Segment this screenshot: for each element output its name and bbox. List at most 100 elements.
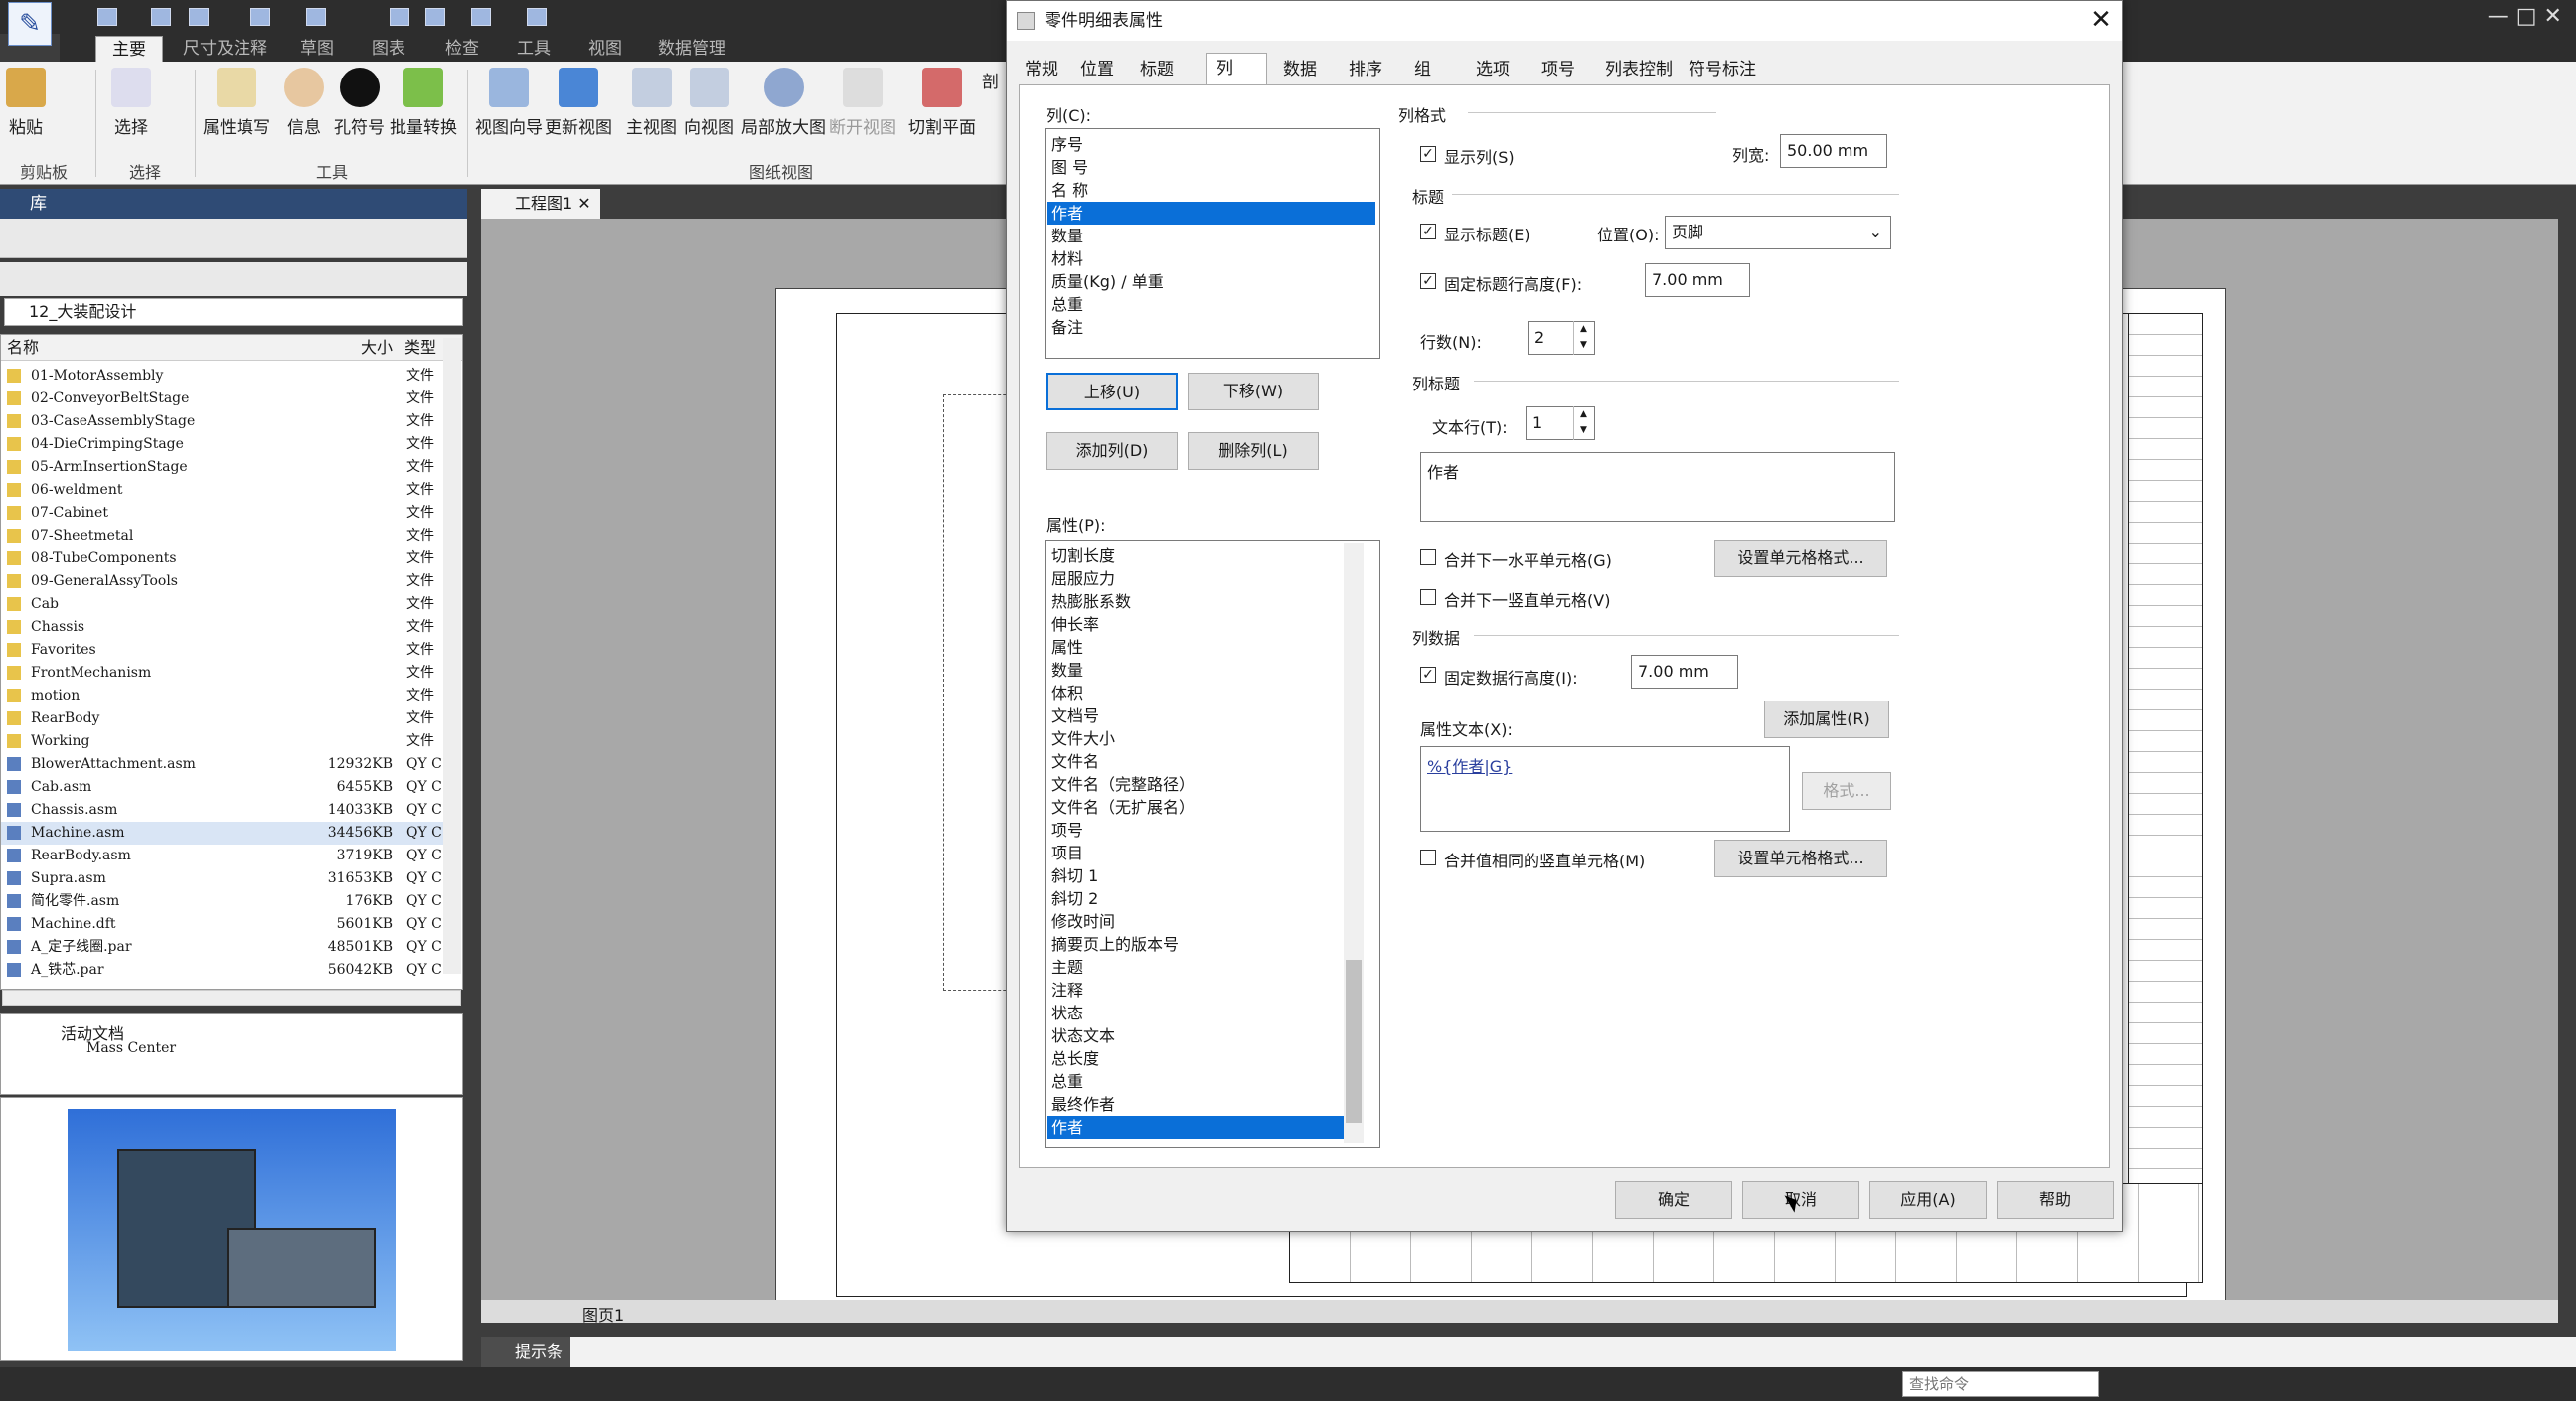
file-list[interactable]: 名称 大小 类型 01-MotorAssembly 文件 02-ConveyorBe… — [0, 334, 463, 990]
file-row[interactable]: 06-weldment 文件 — [1, 479, 444, 502]
file-row[interactable]: 简化零件.asm 176KB QY C — [1, 890, 444, 913]
auxiliary-view-button[interactable]: 向视图 — [684, 68, 734, 138]
property-list-item[interactable]: 热膨胀系数 — [1047, 590, 1356, 613]
data-height-input[interactable]: 7.00 mm — [1631, 655, 1738, 689]
document-tab[interactable]: 工程图1 ✕ — [481, 189, 600, 219]
column-list-item[interactable]: 备注 — [1047, 316, 1375, 339]
column-list-item[interactable]: 质量(Kg) / 单重 — [1047, 270, 1375, 293]
view-wizard-button[interactable]: 视图向导 — [475, 68, 543, 138]
tab-item-number[interactable]: 项号 — [1531, 55, 1585, 84]
file-list-hscrollbar[interactable] — [2, 990, 461, 1006]
property-list-item[interactable]: 总长度 — [1047, 1047, 1356, 1070]
tab-list-control[interactable]: 列表控制 — [1595, 55, 1683, 84]
add-property-button[interactable]: 添加属性(R) — [1764, 700, 1889, 738]
tab-tools[interactable]: 工具 — [517, 36, 551, 62]
tab-balloon[interactable]: 符号标注 — [1679, 55, 1766, 84]
tab-sort[interactable]: 排序 — [1339, 55, 1392, 84]
property-list-item[interactable]: 斜切 1 — [1047, 864, 1356, 887]
file-row[interactable]: 07-Sheetmetal 文件 — [1, 525, 444, 547]
cutting-plane-button[interactable]: 切割平面 — [908, 68, 976, 138]
select-button[interactable]: 选择 — [111, 68, 151, 138]
tab-view[interactable]: 视图 — [588, 36, 622, 62]
column-list-item[interactable]: 作者 — [1047, 202, 1375, 225]
add-column-button[interactable]: 添加列(D) — [1046, 432, 1178, 470]
info-button[interactable]: 信息 — [284, 68, 324, 138]
active-documents-tree[interactable]: 活动文档 Mass Center — [0, 1013, 463, 1095]
property-list-item[interactable]: 主题 — [1047, 956, 1356, 979]
file-row[interactable]: 08-TubeComponents 文件 — [1, 547, 444, 570]
property-list-item[interactable]: 状态 — [1047, 1002, 1356, 1024]
property-list-item[interactable]: 文档号 — [1047, 704, 1356, 727]
property-list-item[interactable]: 最终作者 — [1047, 1093, 1356, 1116]
tab-main[interactable]: 主要 — [95, 36, 163, 62]
merge-same-values-checkbox[interactable] — [1420, 850, 1436, 865]
delete-column-button[interactable]: 删除列(L) — [1188, 432, 1319, 470]
detail-view-button[interactable]: 局部放大图 — [741, 68, 826, 138]
position-select[interactable]: 页脚 ⌄ — [1665, 216, 1891, 249]
columns-list[interactable]: 序号图 号名 称作者 数量 材料 质量(Kg) / 单重 总重 备注 — [1045, 128, 1380, 359]
property-fill-button[interactable]: 属性填写 — [203, 68, 270, 138]
column-list-item[interactable]: 图 号 — [1047, 156, 1375, 179]
fix-title-height-checkbox[interactable]: ✓ — [1420, 273, 1436, 289]
file-row[interactable]: 07-Cabinet 文件 — [1, 502, 444, 525]
move-down-button[interactable]: 下移(W) — [1188, 373, 1319, 410]
file-row[interactable]: Chassis.asm 14033KB QY C — [1, 799, 444, 822]
set-cell-format-button-2[interactable]: 设置单元格格式... — [1714, 840, 1887, 877]
section-button[interactable]: 剖 — [982, 68, 999, 92]
property-list-item[interactable]: 文件名（无扩展名） — [1047, 796, 1356, 819]
file-row[interactable]: A_铁芯.par 56042KB QY C — [1, 959, 444, 982]
tab-options[interactable]: 选项 — [1466, 55, 1520, 84]
batch-convert-button[interactable]: 批量转换 — [390, 68, 457, 138]
property-list-item[interactable]: 项号 — [1047, 819, 1356, 842]
format-button[interactable]: 格式... — [1802, 772, 1891, 810]
help-button[interactable]: 帮助 — [1997, 1181, 2114, 1219]
property-list-item[interactable]: 文件名 — [1047, 750, 1356, 773]
title-text-area[interactable]: 作者 — [1420, 452, 1895, 522]
column-list-item[interactable]: 名 称 — [1047, 179, 1375, 202]
property-list-item[interactable]: 文件名（完整路径） — [1047, 773, 1356, 796]
save-icon[interactable] — [189, 8, 209, 26]
tree-child-label[interactable]: Mass Center — [86, 1040, 176, 1056]
file-row[interactable]: RearBody 文件 — [1, 707, 444, 730]
principal-view-button[interactable]: 主视图 — [626, 68, 677, 138]
move-up-button[interactable]: 上移(U) — [1046, 373, 1178, 410]
tab-chart[interactable]: 图表 — [372, 36, 405, 62]
tab-group[interactable]: 组 — [1404, 55, 1441, 84]
properties-scroll-thumb[interactable] — [1346, 960, 1362, 1123]
show-title-checkbox[interactable]: ✓ — [1420, 224, 1436, 239]
property-list-item[interactable]: 属性 — [1047, 636, 1356, 659]
tab-dimensions[interactable]: 尺寸及注释 — [183, 36, 267, 62]
ok-button[interactable]: 确定 — [1615, 1181, 1732, 1219]
file-row[interactable]: motion 文件 — [1, 685, 444, 707]
property-list-item[interactable]: 摘要页上的版本号 — [1047, 933, 1356, 956]
command-search-input[interactable]: 查找命令 — [1902, 1371, 2099, 1397]
property-list-item[interactable]: 屈服应力 — [1047, 567, 1356, 590]
update-view-button[interactable]: 更新视图 — [545, 68, 612, 138]
folder-dropdown[interactable]: 12_大装配设计 — [4, 298, 463, 326]
property-list-item[interactable]: 数量 — [1047, 659, 1356, 682]
file-row[interactable]: Favorites 文件 — [1, 639, 444, 662]
undo-icon[interactable] — [425, 8, 445, 26]
fix-data-height-checkbox[interactable]: ✓ — [1420, 667, 1436, 683]
open-file-icon[interactable] — [151, 8, 171, 26]
broken-view-button[interactable]: 断开视图 — [829, 68, 896, 138]
tab-title[interactable]: 标题 — [1130, 55, 1184, 84]
column-header-name[interactable]: 名称 — [1, 335, 289, 361]
apply-button[interactable]: 应用(A) — [1869, 1181, 1987, 1219]
property-text-area[interactable]: %{作者|G} — [1420, 746, 1790, 832]
file-row[interactable]: Chassis 文件 — [1, 616, 444, 639]
application-menu-button[interactable]: ✎ — [8, 2, 52, 46]
tab-position[interactable]: 位置 — [1070, 55, 1124, 84]
file-row[interactable]: 03-CaseAssemblyStage 文件 — [1, 410, 444, 433]
rows-stepper[interactable]: ▲ ▼ — [1573, 321, 1593, 355]
file-row[interactable]: Supra.asm 31653KB QY C — [1, 867, 444, 890]
cancel-button[interactable]: 取消 — [1742, 1181, 1859, 1219]
file-row[interactable]: Machine.asm 34456KB QY C — [1, 822, 444, 845]
file-row[interactable]: 02-ConveyorBeltStage 文件 — [1, 388, 444, 410]
property-list-item[interactable]: 切割长度 — [1047, 545, 1356, 567]
file-row[interactable]: 04-DieCrimpingStage 文件 — [1, 433, 444, 456]
title-height-input[interactable]: 7.00 mm — [1645, 263, 1750, 297]
column-list-item[interactable]: 数量 — [1047, 225, 1375, 247]
file-row[interactable]: 01-MotorAssembly 文件 — [1, 365, 444, 388]
file-row[interactable]: Cab 文件 — [1, 593, 444, 616]
